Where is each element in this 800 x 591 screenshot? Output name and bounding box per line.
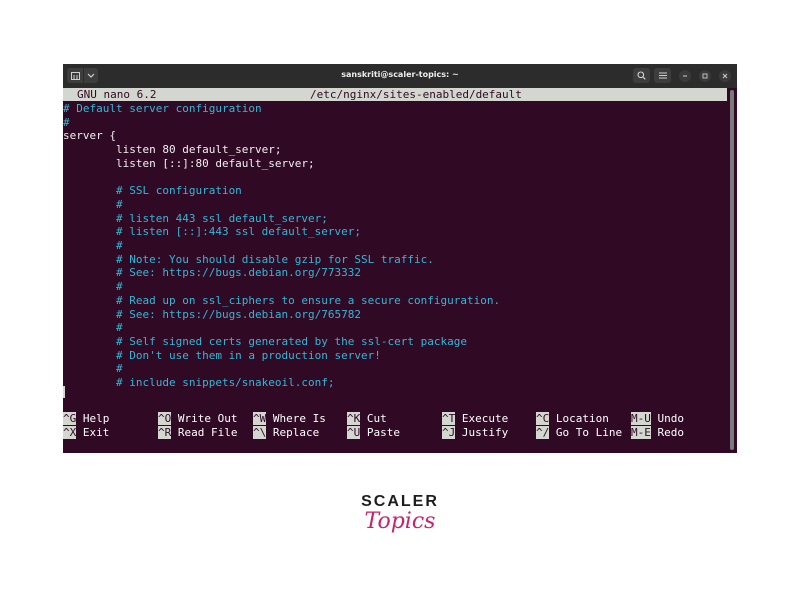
terminal-content[interactable]: GNU nano 6.2 /etc/nginx/sites-enabled/de… [63, 88, 727, 453]
scrollbar-thumb[interactable] [730, 90, 734, 450]
shortcut-label: Write Out [177, 412, 238, 425]
shortcut-key: ^J [442, 425, 456, 439]
shortcut-item: M-E Redo [631, 425, 685, 440]
minimize-icon[interactable] [679, 69, 691, 82]
shortcut-item: ^R Read File [158, 425, 238, 440]
text-cursor [63, 386, 65, 398]
editor-line: # listen [::]:443 ssl default_server; [63, 225, 362, 239]
shortcut-item: ^\ Replace [253, 425, 320, 440]
shortcut-label: Paste [366, 425, 400, 439]
shortcut-item: ^T Execute [442, 412, 508, 426]
editor-line: # [63, 280, 123, 294]
shortcut-key: ^R [158, 425, 172, 439]
search-icon[interactable] [633, 68, 650, 83]
shortcut-key: ^K [347, 412, 361, 425]
shortcut-key: ^U [347, 425, 361, 439]
shortcut-label: Justify [461, 425, 509, 439]
shortcut-key: M-U [631, 412, 651, 425]
editor-line: # Self signed certs generated by the ssl… [63, 334, 467, 348]
editor-line: listen [::]:80 default_server; [63, 156, 315, 170]
editor-line: # [63, 239, 123, 252]
shortcut-item: ^O Write Out [158, 412, 237, 426]
shortcut-item: M-U Undo [631, 412, 684, 426]
editor-line: # Default server configuration [63, 102, 262, 115]
editor-line: listen 80 default_server; [63, 143, 282, 157]
shortcut-key: ^T [442, 412, 456, 425]
shortcut-item: ^C Location [536, 412, 609, 426]
editor-line: # [63, 362, 123, 376]
editor-line: # Read up on ssl_ciphers to ensure a sec… [63, 293, 501, 307]
editor-line: # Don't use them in a production server! [63, 348, 381, 362]
window-controls [629, 68, 731, 83]
shortcut-key: ^W [253, 412, 267, 425]
scaler-topics-logo: SCALER Topics [0, 493, 800, 534]
shortcut-label: Undo [657, 412, 685, 425]
logo-topics-text: Topics [364, 509, 436, 534]
close-icon[interactable] [719, 69, 731, 82]
editor-line: # [63, 197, 123, 211]
shortcut-bar: ^G Help ^O Write Out ^W Where Is ^K Cut ^T E… [63, 412, 727, 440]
shortcut-label: Execute [461, 412, 509, 425]
shortcut-item: ^X Exit [63, 425, 110, 440]
editor-line: # Note: You should disable gzip for SSL … [63, 252, 434, 266]
shortcut-item: ^G Help [63, 412, 109, 426]
shortcut-label: Go To Line [555, 425, 623, 439]
editor-line: server { [63, 129, 116, 143]
shortcut-label: Redo [657, 425, 685, 439]
shortcut-item: ^J Justify [442, 425, 509, 440]
shortcut-item: ^U Paste [347, 425, 400, 440]
shortcut-key: ^C [536, 412, 550, 425]
editor-line: # See: https://bugs.debian.org/773332 [63, 266, 362, 280]
menu-icon[interactable] [654, 68, 671, 83]
shortcut-key: M-E [631, 425, 651, 439]
shortcut-label: Replace [272, 425, 320, 439]
file-name: /etc/nginx/sites-enabled/default [310, 88, 522, 101]
editor-line: # listen 443 ssl default_server; [63, 211, 328, 225]
shortcut-key: ^X [63, 425, 77, 439]
editor-line: # [63, 321, 123, 335]
scrollbar[interactable] [727, 88, 737, 453]
editor-line: # SSL configuration [63, 184, 242, 198]
shortcut-key: ^\ [253, 425, 267, 439]
shortcut-label: Location [555, 412, 609, 425]
editor-line: # include snippets/snakeoil.conf; [63, 376, 335, 389]
shortcut-item: ^K Cut [347, 412, 387, 426]
shortcut-label: Where Is [272, 412, 326, 425]
shortcut-label: Read File [177, 425, 238, 439]
shortcut-key: ^/ [536, 425, 550, 439]
nano-title-bar: GNU nano 6.2 /etc/nginx/sites-enabled/de… [63, 88, 727, 101]
title-bar: sanskriti@scaler-topics: ~ [63, 64, 737, 88]
nano-version: GNU nano 6.2 [77, 88, 157, 101]
shortcut-key: ^G [63, 412, 77, 425]
maximize-icon[interactable] [699, 69, 711, 82]
editor-line: # [63, 115, 70, 129]
editor-line: # See: https://bugs.debian.org/765782 [63, 307, 362, 321]
shortcut-key: ^O [158, 412, 172, 425]
shortcut-label: Cut [366, 412, 387, 425]
terminal-window: sanskriti@scaler-topics: ~ GNU nano 6.2 … [63, 64, 737, 453]
shortcut-item: ^/ Go To Line [536, 425, 623, 440]
shortcut-label: Help [82, 412, 110, 425]
shortcut-label: Exit [82, 425, 110, 439]
shortcut-item: ^W Where Is [253, 412, 326, 426]
